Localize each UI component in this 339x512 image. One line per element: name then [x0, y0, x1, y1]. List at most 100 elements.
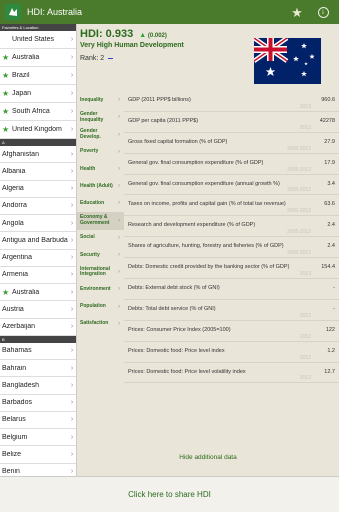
indicator-label: Taxes on income, profits and capital gai… [128, 201, 286, 208]
indicator-year: 2005-2012 [287, 208, 311, 215]
category-label: Population [80, 303, 106, 310]
country-item[interactable]: Albania › [0, 163, 76, 181]
country-label: Argentina [2, 254, 32, 262]
favorite-item[interactable]: United States › [0, 31, 76, 49]
country-label: Bangladesh [2, 381, 39, 389]
country-item[interactable]: Angola › [0, 215, 76, 233]
favorite-item[interactable]: ★ United Kingdom › [0, 121, 76, 139]
australia-flag [254, 38, 321, 84]
country-item[interactable]: Belize › [0, 446, 76, 464]
rank: Rank: 2 [80, 55, 114, 62]
indicator-year: 2012 [299, 375, 311, 382]
category-item[interactable]: Gender Develop. › [77, 126, 124, 143]
chevron-right-icon: › [70, 450, 74, 458]
category-item[interactable]: Health (Adult) › [77, 178, 124, 195]
favorite-item[interactable]: ★ Australia › [0, 49, 76, 67]
category-item[interactable]: Education › [77, 195, 124, 212]
country-item[interactable]: Austria › [0, 301, 76, 319]
share-button[interactable]: Click here to share HDI [0, 476, 339, 512]
indicator-row: Prices: Domestic food: Price level index… [124, 342, 339, 363]
chevron-right-icon: › [70, 364, 74, 372]
country-item[interactable]: Belarus › [0, 412, 76, 429]
favorite-item-label: South Africa [12, 108, 50, 115]
country-label: Benin [2, 468, 20, 476]
country-item[interactable]: Andorra › [0, 198, 76, 215]
favorite-item[interactable]: ★ South Africa › [0, 103, 76, 121]
category-label: Environment [80, 285, 111, 292]
indicator-row: Debts: Total debt service (% of GNI) - 201… [124, 300, 339, 321]
chevron-right-icon: › [118, 303, 120, 310]
category-item[interactable]: Inequality › [77, 92, 124, 109]
category-item[interactable]: Health › [77, 161, 124, 178]
country-item[interactable]: Barbados › [0, 395, 76, 412]
indicator-year: 2013 [299, 124, 311, 131]
indicator-row: Taxes on income, profits and capital gai… [124, 195, 339, 217]
chevron-right-icon: › [118, 217, 120, 224]
category-label: Inequality [80, 96, 104, 103]
country-item[interactable]: Bahrain › [0, 360, 76, 378]
chevron-right-icon: › [70, 90, 74, 97]
country-item[interactable]: ★ Australia › [0, 284, 76, 302]
country-item[interactable]: Azerbaijan › [0, 319, 76, 336]
indicator-label: Prices: Consumer Price Index (2005=100) [128, 326, 231, 333]
indicator-value: 42278 [319, 117, 335, 124]
category-label: Poverty [80, 148, 99, 155]
chevron-right-icon: › [70, 399, 74, 407]
development-level: Very High Human Development [80, 42, 184, 49]
favorite-item-label: Australia [12, 54, 40, 61]
rank-label: Rank: 2 [80, 55, 105, 62]
favorite-button[interactable]: ★ [287, 0, 307, 24]
country-item[interactable]: Algeria › [0, 181, 76, 198]
indicator-year: 2005-2012 [287, 229, 311, 236]
favorite-item-label: Japan [12, 90, 32, 97]
indicator-value: 27.9 [324, 138, 335, 145]
category-item[interactable]: Poverty › [77, 144, 124, 161]
category-item[interactable]: Security › [77, 247, 124, 264]
country-item[interactable]: Benin › [0, 464, 76, 477]
category-item[interactable]: Social › [77, 230, 124, 247]
country-item[interactable]: Argentina › [0, 250, 76, 267]
category-item[interactable]: Gender Inequality › [77, 109, 124, 126]
app-icon[interactable] [5, 4, 21, 20]
chevron-right-icon: › [118, 251, 120, 258]
chevron-right-icon: › [118, 183, 120, 190]
country-label: Albania [2, 167, 26, 175]
chevron-right-icon: › [118, 269, 120, 276]
indicator-row: Prices: Domestic food: Price level volat… [124, 363, 339, 384]
hdi-value: HDI: 0.933 ▲ (0.002) [80, 28, 167, 40]
chevron-right-icon: › [70, 126, 74, 133]
chevron-right-icon: › [118, 200, 120, 207]
country-list[interactable]: Favorites & Location United States › ★ Aust… [0, 24, 77, 476]
favorite-item-label: United Kingdom [12, 126, 62, 133]
chevron-right-icon: › [70, 416, 74, 424]
indicator-row: Shares of agriculture, hunting, forestry… [124, 237, 339, 259]
country-item[interactable]: Bahamas › [0, 343, 76, 360]
country-item[interactable]: Bangladesh › [0, 377, 76, 395]
category-item[interactable]: Environment › [77, 281, 124, 298]
section-b-header: B [0, 335, 76, 343]
country-item[interactable]: Afghanistan › [0, 146, 76, 164]
country-item[interactable]: Belgium › [0, 429, 76, 447]
category-item[interactable]: Satisfaction › [77, 315, 124, 332]
category-label: Education [80, 199, 105, 206]
favorite-item[interactable]: ★ Japan › [0, 85, 76, 103]
category-item[interactable]: Population › [77, 298, 124, 315]
info-button[interactable]: i [313, 0, 333, 24]
favorite-item[interactable]: ★ Brazil › [0, 67, 76, 85]
category-item[interactable]: International Integration › [77, 264, 124, 281]
category-label: Social [80, 234, 95, 241]
indicator-year: 2005-2012 [287, 187, 311, 194]
country-item[interactable]: Armenia › [0, 267, 76, 284]
indicator-value: 960.6 [321, 97, 335, 103]
chevron-right-icon: › [70, 468, 74, 476]
indicator-value: - [333, 305, 335, 312]
country-label: Algeria [2, 185, 24, 193]
country-item[interactable]: Antigua and Barbuda › [0, 232, 76, 250]
chevron-right-icon: › [118, 97, 120, 104]
indicator-value: 3.4 [327, 180, 335, 187]
hdi-score: HDI: 0.933 [80, 28, 134, 40]
country-label: Antigua and Barbuda [2, 236, 68, 244]
category-item[interactable]: Economy & Government › [77, 212, 124, 230]
indicator-label: General gov. final consumption expenditu… [128, 159, 264, 166]
chevron-right-icon: › [70, 288, 74, 296]
